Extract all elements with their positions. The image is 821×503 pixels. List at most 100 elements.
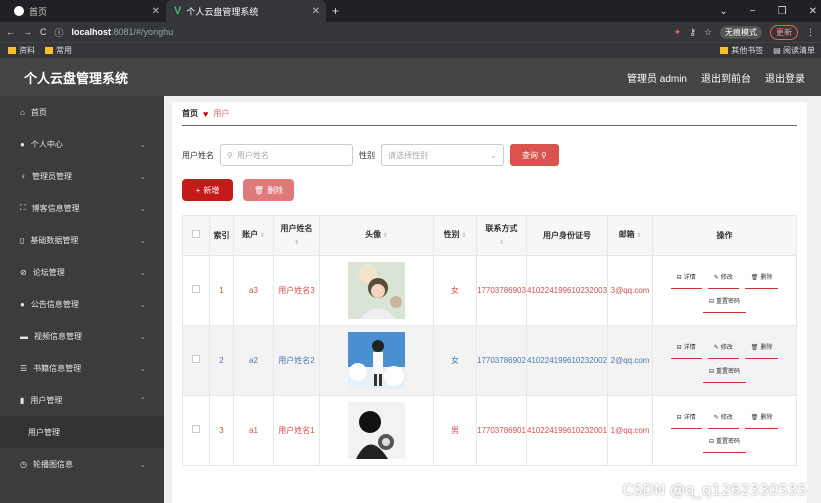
sidebar-item-video[interactable]: ▬ 视频信息管理 ⌄	[0, 320, 164, 352]
phone-icon: ▯	[20, 235, 25, 245]
chevron-down-icon: ⌄	[490, 150, 497, 160]
reset-password-button[interactable]: ⊟ 重置密码	[703, 293, 747, 313]
cell-phone: 17703786901	[476, 395, 527, 466]
sidebar-item-users[interactable]: ▮ 用户管理 ⌃	[0, 384, 164, 416]
update-button[interactable]: 更新	[770, 24, 798, 40]
globe-icon	[14, 6, 24, 16]
menu-dots-icon[interactable]: ⋮	[806, 27, 815, 38]
browser-tab-home[interactable]: 首页 ✕	[6, 0, 166, 22]
cell-account: a3	[233, 255, 274, 326]
search-icon: ⚲	[227, 150, 233, 160]
app-title: 个人云盘管理系统	[24, 70, 129, 86]
edit-button[interactable]: ✎ 修改	[707, 339, 739, 359]
translate-icon[interactable]: ✦	[674, 27, 682, 38]
reset-password-button[interactable]: ⊟ 重置密码	[703, 433, 747, 453]
close-window-icon[interactable]: ✕	[809, 6, 817, 17]
sidebar-item-basic[interactable]: ▯ 基础数据管理 ⌄	[0, 224, 164, 256]
reset-password-button[interactable]: ⊟ 重置密码	[703, 363, 747, 383]
col-gender[interactable]: 性别 ⇕	[433, 215, 477, 256]
delete-button[interactable]: 🗑 删除	[744, 409, 779, 429]
cell-gender: 女	[433, 255, 477, 326]
delete-button[interactable]: 🗑 删除	[744, 269, 779, 289]
mic-icon: ♀	[20, 171, 26, 181]
other-bookmarks[interactable]: 其他书签	[720, 45, 763, 56]
sidebar-item-notice[interactable]: ● 公告信息管理 ⌄	[0, 288, 164, 320]
minimize-icon[interactable]: −	[750, 6, 756, 17]
sidebar-item-admin[interactable]: ♀ 管理员管理 ⌄	[0, 160, 164, 192]
name-filter-label: 用户姓名	[182, 150, 214, 160]
detail-icon: ⊟	[676, 344, 682, 351]
chevron-down-icon: ⌄	[139, 267, 146, 277]
avatar-image	[348, 332, 405, 389]
row-checkbox[interactable]	[182, 255, 210, 326]
key-icon[interactable]: ⚷	[689, 27, 696, 38]
admin-label: 管理员 admin	[626, 73, 687, 85]
new-tab-icon[interactable]: +	[332, 4, 339, 18]
detail-button[interactable]: ⊟ 详情	[670, 269, 702, 289]
col-email[interactable]: 邮箱 ⇕	[607, 215, 654, 256]
reload-icon[interactable]: C	[40, 27, 47, 37]
edit-button[interactable]: ✎ 修改	[707, 409, 739, 429]
restore-icon[interactable]: ❐	[778, 6, 787, 17]
close-icon[interactable]: ✕	[152, 6, 160, 17]
cell-actions: ⊟ 详情 ✎ 修改 🗑 删除 ⊟ 重置密码	[652, 325, 797, 396]
close-icon[interactable]: ✕	[312, 6, 320, 17]
to-front-link[interactable]: 退出到前台	[701, 70, 751, 85]
cell-email: 3@qq.com	[607, 255, 654, 326]
delete-button[interactable]: 🗑 删除	[744, 339, 779, 359]
forward-icon[interactable]: →	[23, 27, 32, 37]
batch-delete-button[interactable]: 🗑 删除	[243, 179, 294, 201]
sidebar-item-books[interactable]: ☰ 书籍信息管理 ⌄	[0, 352, 164, 384]
col-phone[interactable]: 联系方式 ⇕	[476, 215, 527, 256]
frame-icon: ⛶	[20, 203, 26, 212]
name-search-input[interactable]: ⚲ 用户姓名	[220, 144, 353, 166]
star-icon[interactable]: ☆	[704, 27, 712, 38]
col-idcard[interactable]: 用户身份证号	[525, 215, 609, 256]
row-checkbox[interactable]	[182, 325, 210, 396]
sidebar-item-forum[interactable]: ⊘ 论坛管理 ⌄	[0, 256, 164, 288]
bookmark-folder[interactable]: 常用	[45, 45, 72, 56]
heart-icon: ♥	[203, 108, 209, 119]
detail-button[interactable]: ⊟ 详情	[670, 409, 702, 429]
edit-button[interactable]: ✎ 修改	[707, 269, 739, 289]
sidebar-item-home[interactable]: ⌂ 首页	[0, 96, 164, 128]
browser-tab-strip: 首页 ✕ V 个人云盘管理系统 ✕ + ⌄ − ❐ ✕	[0, 0, 821, 22]
sidebar-item-carousel[interactable]: ◷ 轮播图信息 ⌄	[0, 448, 164, 480]
cell-avatar	[319, 255, 434, 326]
incognito-badge[interactable]: 无痕模式	[720, 25, 762, 39]
plus-icon: +	[195, 185, 201, 195]
add-button[interactable]: + 新增	[182, 179, 233, 201]
cell-account: a2	[233, 325, 274, 396]
sidebar-item-blog[interactable]: ⛶ 博客信息管理 ⌄	[0, 192, 164, 224]
col-name[interactable]: 用户姓名 ⇕	[273, 215, 320, 256]
sidebar-item-profile[interactable]: ● 个人中心 ⌄	[0, 128, 164, 160]
detail-icon: ⊟	[709, 368, 715, 375]
gender-filter-label: 性别	[359, 150, 375, 160]
logout-link[interactable]: 退出登录	[765, 70, 805, 85]
table-row: 1 a3 用户姓名3 女 17703786903 410224199610232…	[182, 255, 797, 326]
back-icon[interactable]: ←	[6, 27, 15, 37]
gender-select[interactable]: 请选择性别 ⌄	[381, 144, 504, 166]
chevron-down-icon[interactable]: ⌄	[719, 6, 727, 17]
avatar-image	[348, 402, 405, 459]
bookmark-folder[interactable]: 资料	[8, 45, 35, 56]
cell-phone: 17703786903	[476, 255, 527, 326]
select-all-checkbox[interactable]	[182, 215, 210, 256]
breadcrumb-home[interactable]: 首页	[182, 108, 198, 119]
sidebar-subitem-users[interactable]: 用户管理	[0, 416, 164, 448]
trash-icon: 🗑	[750, 274, 759, 281]
cell-actions: ⊟ 详情 ✎ 修改 🗑 删除 ⊟ 重置密码	[652, 255, 797, 326]
col-account[interactable]: 账户 ⇕	[233, 215, 274, 256]
search-button[interactable]: 查询 ⚲	[510, 144, 559, 166]
edit-icon: ✎	[713, 274, 719, 281]
row-checkbox[interactable]	[182, 395, 210, 466]
chevron-up-icon: ⌃	[139, 395, 146, 405]
window-controls: ⌄ − ❐ ✕	[719, 0, 817, 22]
detail-button[interactable]: ⊟ 详情	[670, 339, 702, 359]
chevron-down-icon: ⌄	[139, 363, 146, 373]
browser-tab-app[interactable]: V 个人云盘管理系统 ✕	[166, 0, 326, 22]
reading-list[interactable]: ▤ 阅读清单	[773, 45, 815, 56]
edit-icon: ✎	[713, 414, 719, 421]
url-field[interactable]: localhost:8081/#/yonghu	[72, 27, 174, 37]
col-avatar[interactable]: 头像 ⇕	[319, 215, 434, 256]
